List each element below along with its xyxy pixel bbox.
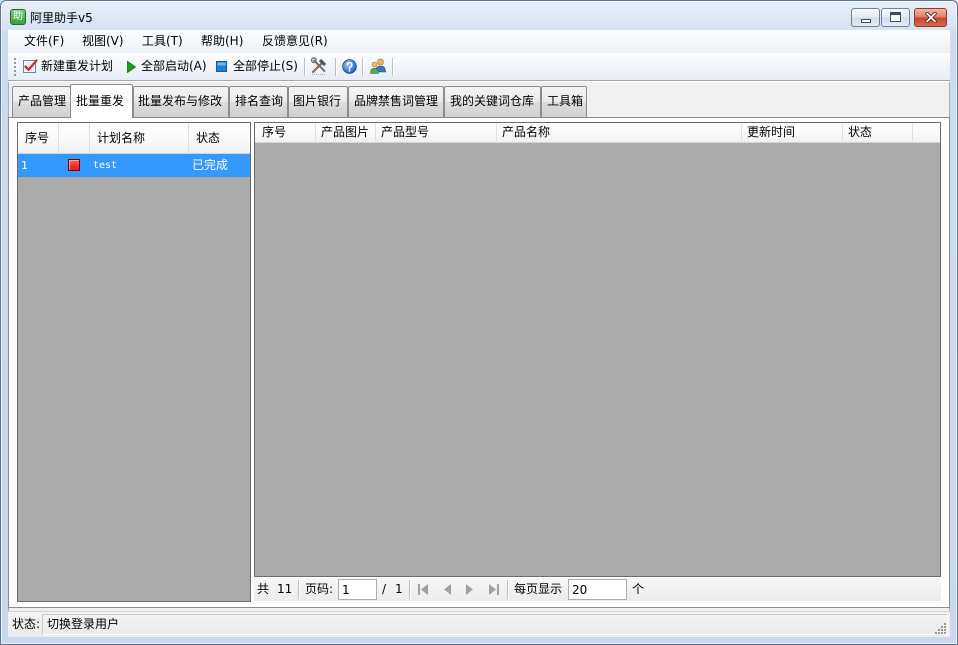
product-grid-header-name[interactable]: 产品名称 xyxy=(497,123,742,143)
red-square-icon xyxy=(68,159,80,171)
tab-ranking-query[interactable]: 排名查询 xyxy=(229,86,288,117)
tools-button[interactable] xyxy=(308,55,331,78)
menu-feedback[interactable]: 反馈意见(R) xyxy=(261,33,329,50)
plan-grid-header-name[interactable]: 计划名称 xyxy=(90,123,189,154)
app-window: 助 阿里助手v5 文件(F) 视图(V) 工具(T) 帮助(H) 反馈意见(R) xyxy=(0,0,958,645)
plan-grid-header-icon[interactable] xyxy=(59,123,90,154)
next-page-icon[interactable] xyxy=(466,584,474,595)
status-field: 切换登录用户 xyxy=(42,614,948,635)
pager: 共 11 页码: / 1 每页显示 xyxy=(254,578,941,601)
menu-help[interactable]: 帮助(H) xyxy=(200,33,244,50)
pager-page-label: 页码: xyxy=(305,582,334,596)
menu-tools[interactable]: 工具(T) xyxy=(141,33,184,50)
tab-toolbox[interactable]: 工具箱 xyxy=(541,86,587,117)
stop-all-label: 全部停止(S) xyxy=(233,59,298,73)
help-button[interactable] xyxy=(339,55,360,78)
new-plan-check-icon xyxy=(23,59,38,73)
plan-grid-row[interactable]: 1 test 已完成 xyxy=(18,154,250,177)
pager-per-page-label: 每页显示 xyxy=(514,582,563,596)
tools-icon xyxy=(310,57,327,75)
product-grid-header-index[interactable]: 序号 xyxy=(255,123,316,143)
window-title: 阿里助手v5 xyxy=(30,11,93,25)
switch-user-button[interactable] xyxy=(366,55,390,78)
menu-bar: 文件(F) 视图(V) 工具(T) 帮助(H) 反馈意见(R) xyxy=(8,30,950,53)
tab-keyword-warehouse[interactable]: 我的关键词仓库 xyxy=(444,86,541,117)
product-grid-header-image[interactable]: 产品图片 xyxy=(316,123,376,143)
maximize-icon xyxy=(890,12,901,22)
minimize-icon xyxy=(861,19,871,23)
plan-grid[interactable]: 序号 计划名称 状态 1 test 已完成 xyxy=(17,122,251,602)
start-all-button[interactable]: 全部启动(A) xyxy=(124,54,210,79)
tab-batch-republish[interactable]: 批量重发 xyxy=(70,84,133,118)
close-icon xyxy=(925,12,937,23)
product-grid-header-updated[interactable]: 更新时间 xyxy=(742,123,843,143)
pager-total-count: 11 xyxy=(277,582,293,596)
product-grid-header-status[interactable]: 状态 xyxy=(843,123,913,143)
start-all-label: 全部启动(A) xyxy=(141,59,207,73)
product-grid-header-model[interactable]: 产品型号 xyxy=(376,123,497,143)
pager-separator xyxy=(507,580,509,599)
switch-user-icon xyxy=(370,58,386,74)
tab-page-batch-republish: 序号 计划名称 状态 1 test 已完成 序号 产品图片 产品型号 产品名称 … xyxy=(8,117,950,608)
tab-batch-publish-edit[interactable]: 批量发布与修改 xyxy=(133,86,229,117)
stop-icon xyxy=(216,61,227,72)
toolbar-divider xyxy=(8,80,950,82)
pager-total-label: 共 xyxy=(257,582,270,596)
last-page-icon[interactable] xyxy=(489,584,499,595)
product-grid-header-filler xyxy=(913,123,940,143)
toolbar-separator xyxy=(362,58,364,76)
new-plan-button[interactable]: 新建重发计划 xyxy=(20,54,122,79)
pager-page-count: 1 xyxy=(395,582,403,596)
maximize-button[interactable] xyxy=(881,8,910,27)
app-logo-icon[interactable]: 助 xyxy=(10,9,26,25)
menu-view[interactable]: 视图(V) xyxy=(81,33,125,50)
resize-grip-icon[interactable] xyxy=(935,622,947,634)
plan-row-icon-cell xyxy=(59,154,90,177)
plan-row-name: test xyxy=(93,160,118,171)
pager-separator xyxy=(409,580,411,599)
stop-all-button[interactable]: 全部停止(S) xyxy=(213,54,299,79)
play-icon xyxy=(127,61,136,73)
menu-file[interactable]: 文件(F) xyxy=(23,33,65,50)
plan-row-index: 1 xyxy=(21,159,28,172)
pager-per-page-input[interactable] xyxy=(568,579,627,600)
close-button[interactable] xyxy=(914,8,947,27)
toolbar-separator xyxy=(335,58,337,76)
toolbar-grip-icon[interactable] xyxy=(13,57,17,77)
pager-page-input[interactable] xyxy=(338,579,377,600)
tab-product-management[interactable]: 产品管理 xyxy=(12,86,71,117)
pager-separator xyxy=(298,580,300,599)
toolbar-separator xyxy=(392,58,394,76)
toolbar: 新建重发计划 全部启动(A) 全部停止(S) xyxy=(8,53,950,80)
product-grid[interactable]: 序号 产品图片 产品型号 产品名称 更新时间 状态 xyxy=(254,122,941,577)
status-label: 状态: xyxy=(12,617,41,631)
pager-page-separator: / xyxy=(382,582,387,596)
status-text: 切换登录用户 xyxy=(47,617,120,631)
prev-page-icon[interactable] xyxy=(443,584,451,595)
help-icon xyxy=(342,59,357,74)
first-page-icon[interactable] xyxy=(418,584,428,595)
new-plan-label: 新建重发计划 xyxy=(41,59,114,73)
toolbar-separator xyxy=(304,58,306,76)
tab-brand-banned-words[interactable]: 品牌禁售词管理 xyxy=(348,86,444,117)
minimize-button[interactable] xyxy=(851,8,880,27)
status-bar: 状态: 切换登录用户 xyxy=(8,611,950,637)
plan-row-status: 已完成 xyxy=(192,158,229,172)
tab-image-bank[interactable]: 图片银行 xyxy=(288,86,348,117)
plan-grid-header-status[interactable]: 状态 xyxy=(189,123,250,154)
plan-grid-header-index[interactable]: 序号 xyxy=(18,123,59,154)
pager-per-page-unit: 个 xyxy=(632,582,645,596)
